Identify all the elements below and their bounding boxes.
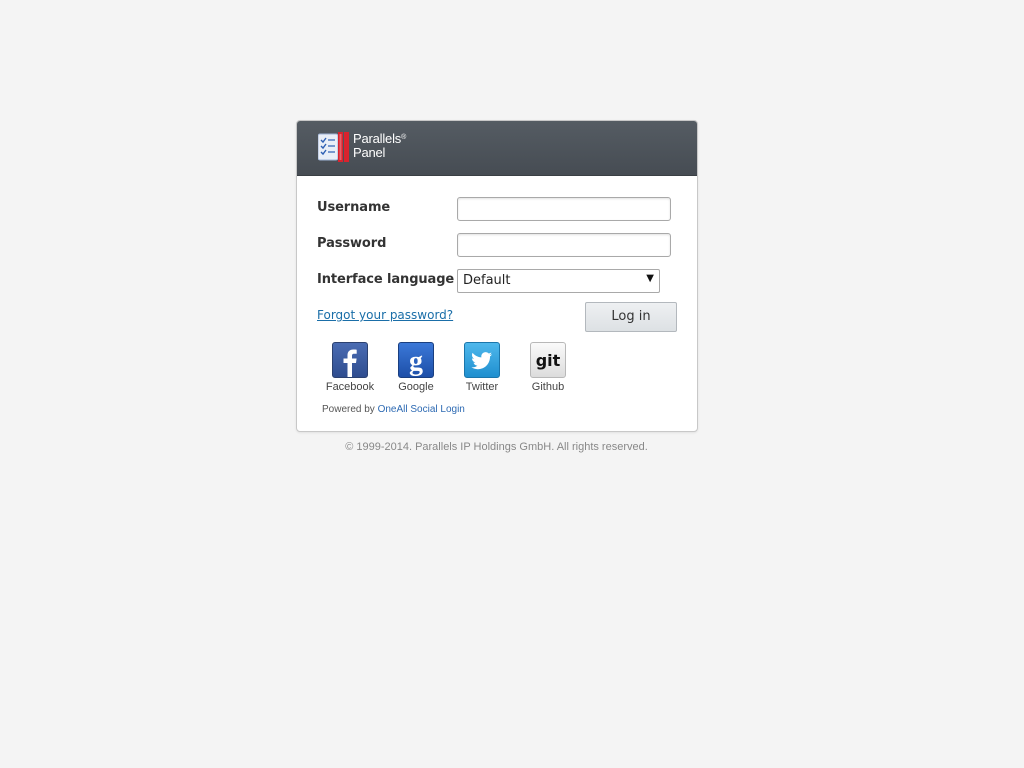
login-header: Parallels® Panel (297, 121, 697, 176)
facebook-icon (332, 342, 368, 378)
oneall-link[interactable]: OneAll Social Login (378, 404, 465, 415)
language-selected-value: Default (463, 273, 511, 288)
logo-line2: Panel (353, 145, 386, 160)
twitter-login-button[interactable]: Twitter (452, 342, 512, 393)
dropdown-arrow-icon: ▼ (646, 273, 654, 284)
login-button[interactable]: Log in (585, 302, 677, 332)
github-label: Github (531, 381, 565, 393)
logo-line1: Parallels (353, 131, 402, 146)
forgot-password-link[interactable]: Forgot your password? (317, 308, 453, 322)
github-login-button[interactable]: git Github (518, 342, 578, 393)
facebook-login-button[interactable]: Facebook (320, 342, 380, 393)
logo-reg: ® (401, 134, 407, 141)
language-select[interactable]: Default ▼ (457, 269, 660, 293)
password-label: Password (317, 236, 387, 251)
facebook-label: Facebook (325, 381, 375, 393)
password-input[interactable] (457, 233, 671, 257)
github-icon: git (530, 342, 566, 378)
twitter-label: Twitter (465, 381, 499, 393)
language-label: Interface language (317, 272, 455, 287)
twitter-icon (464, 342, 500, 378)
login-panel: Parallels® Panel Username Password Inter… (296, 120, 698, 432)
google-login-button[interactable]: g Google (386, 342, 446, 393)
copyright-text: © 1999-2014. Parallels IP Holdings GmbH.… (345, 441, 648, 453)
parallels-logo-icon (318, 132, 349, 162)
username-label: Username (317, 200, 391, 215)
powered-prefix: Powered by (322, 404, 375, 415)
svg-text:g: g (409, 346, 423, 377)
google-label: Google (398, 381, 434, 393)
svg-text:git: git (536, 351, 561, 370)
logo-text: Parallels® Panel (353, 132, 406, 160)
powered-by-text: Powered by OneAll Social Login (322, 404, 465, 415)
google-icon: g (398, 342, 434, 378)
username-input[interactable] (457, 197, 671, 221)
